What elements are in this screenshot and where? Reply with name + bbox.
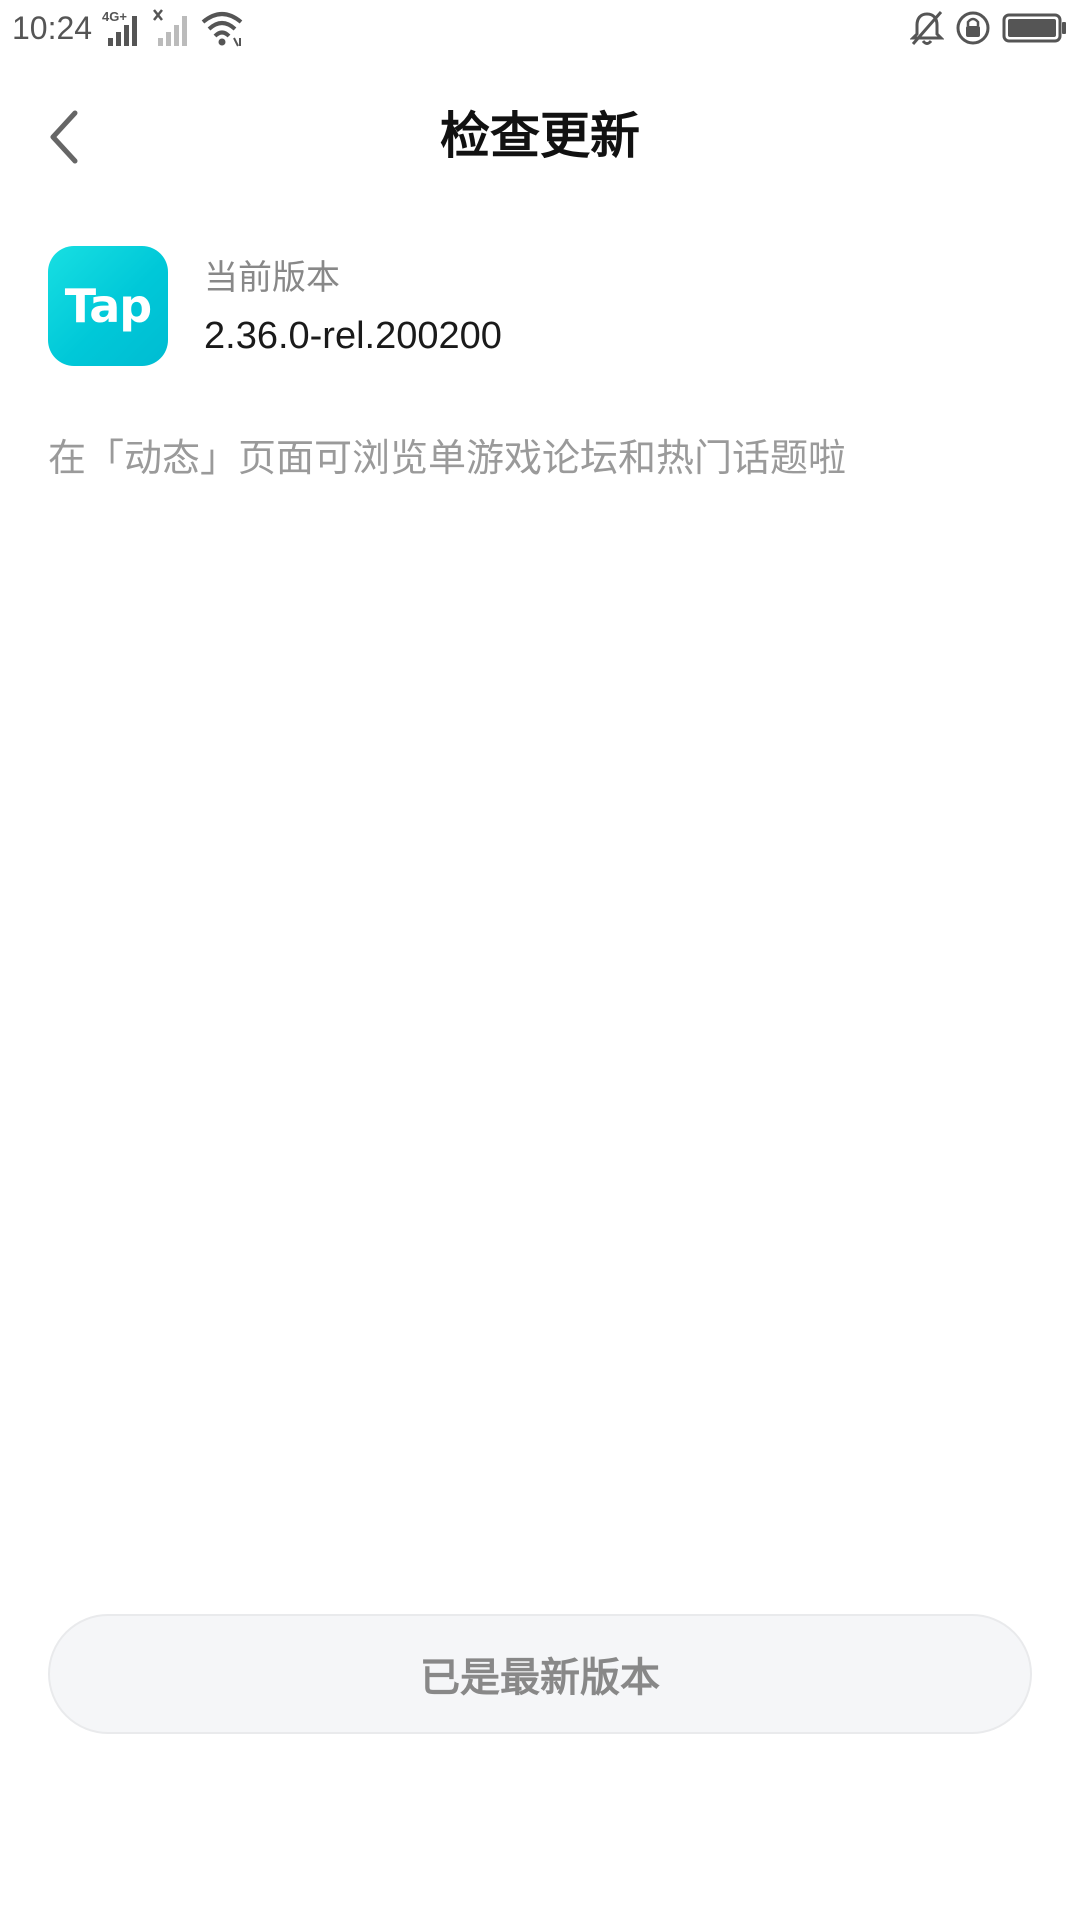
status-time: 10:24 <box>12 10 93 46</box>
app-logo-text: Tap <box>64 279 152 333</box>
signal-no-sim-icon <box>153 9 187 46</box>
bell-off-icon <box>910 11 944 45</box>
signal-4g-icon: 4G+ <box>102 9 137 46</box>
screen: 10:24 4G+ 检查更新 Tap 当前版本 2.36.0-rel.20020… <box>0 0 1080 1920</box>
already-latest-button[interactable]: 已是最新版本 <box>48 1614 1032 1734</box>
app-logo-icon: Tap <box>48 246 168 366</box>
status-right-icons <box>910 8 1070 48</box>
update-note: 在「动态」页面可浏览单游戏论坛和热门话题啦 <box>48 436 847 480</box>
battery-icon <box>1002 13 1066 43</box>
status-bar: 10:24 4G+ <box>0 0 1080 58</box>
already-latest-label: 已是最新版本 <box>420 1655 660 1701</box>
network-label: 4G+ <box>102 9 127 24</box>
current-version-value: 2.36.0-rel.200200 <box>204 315 502 357</box>
page-title: 检查更新 <box>440 107 640 165</box>
wifi-icon <box>201 12 243 47</box>
rotation-lock-icon <box>956 11 990 45</box>
current-version-label: 当前版本 <box>204 258 340 298</box>
